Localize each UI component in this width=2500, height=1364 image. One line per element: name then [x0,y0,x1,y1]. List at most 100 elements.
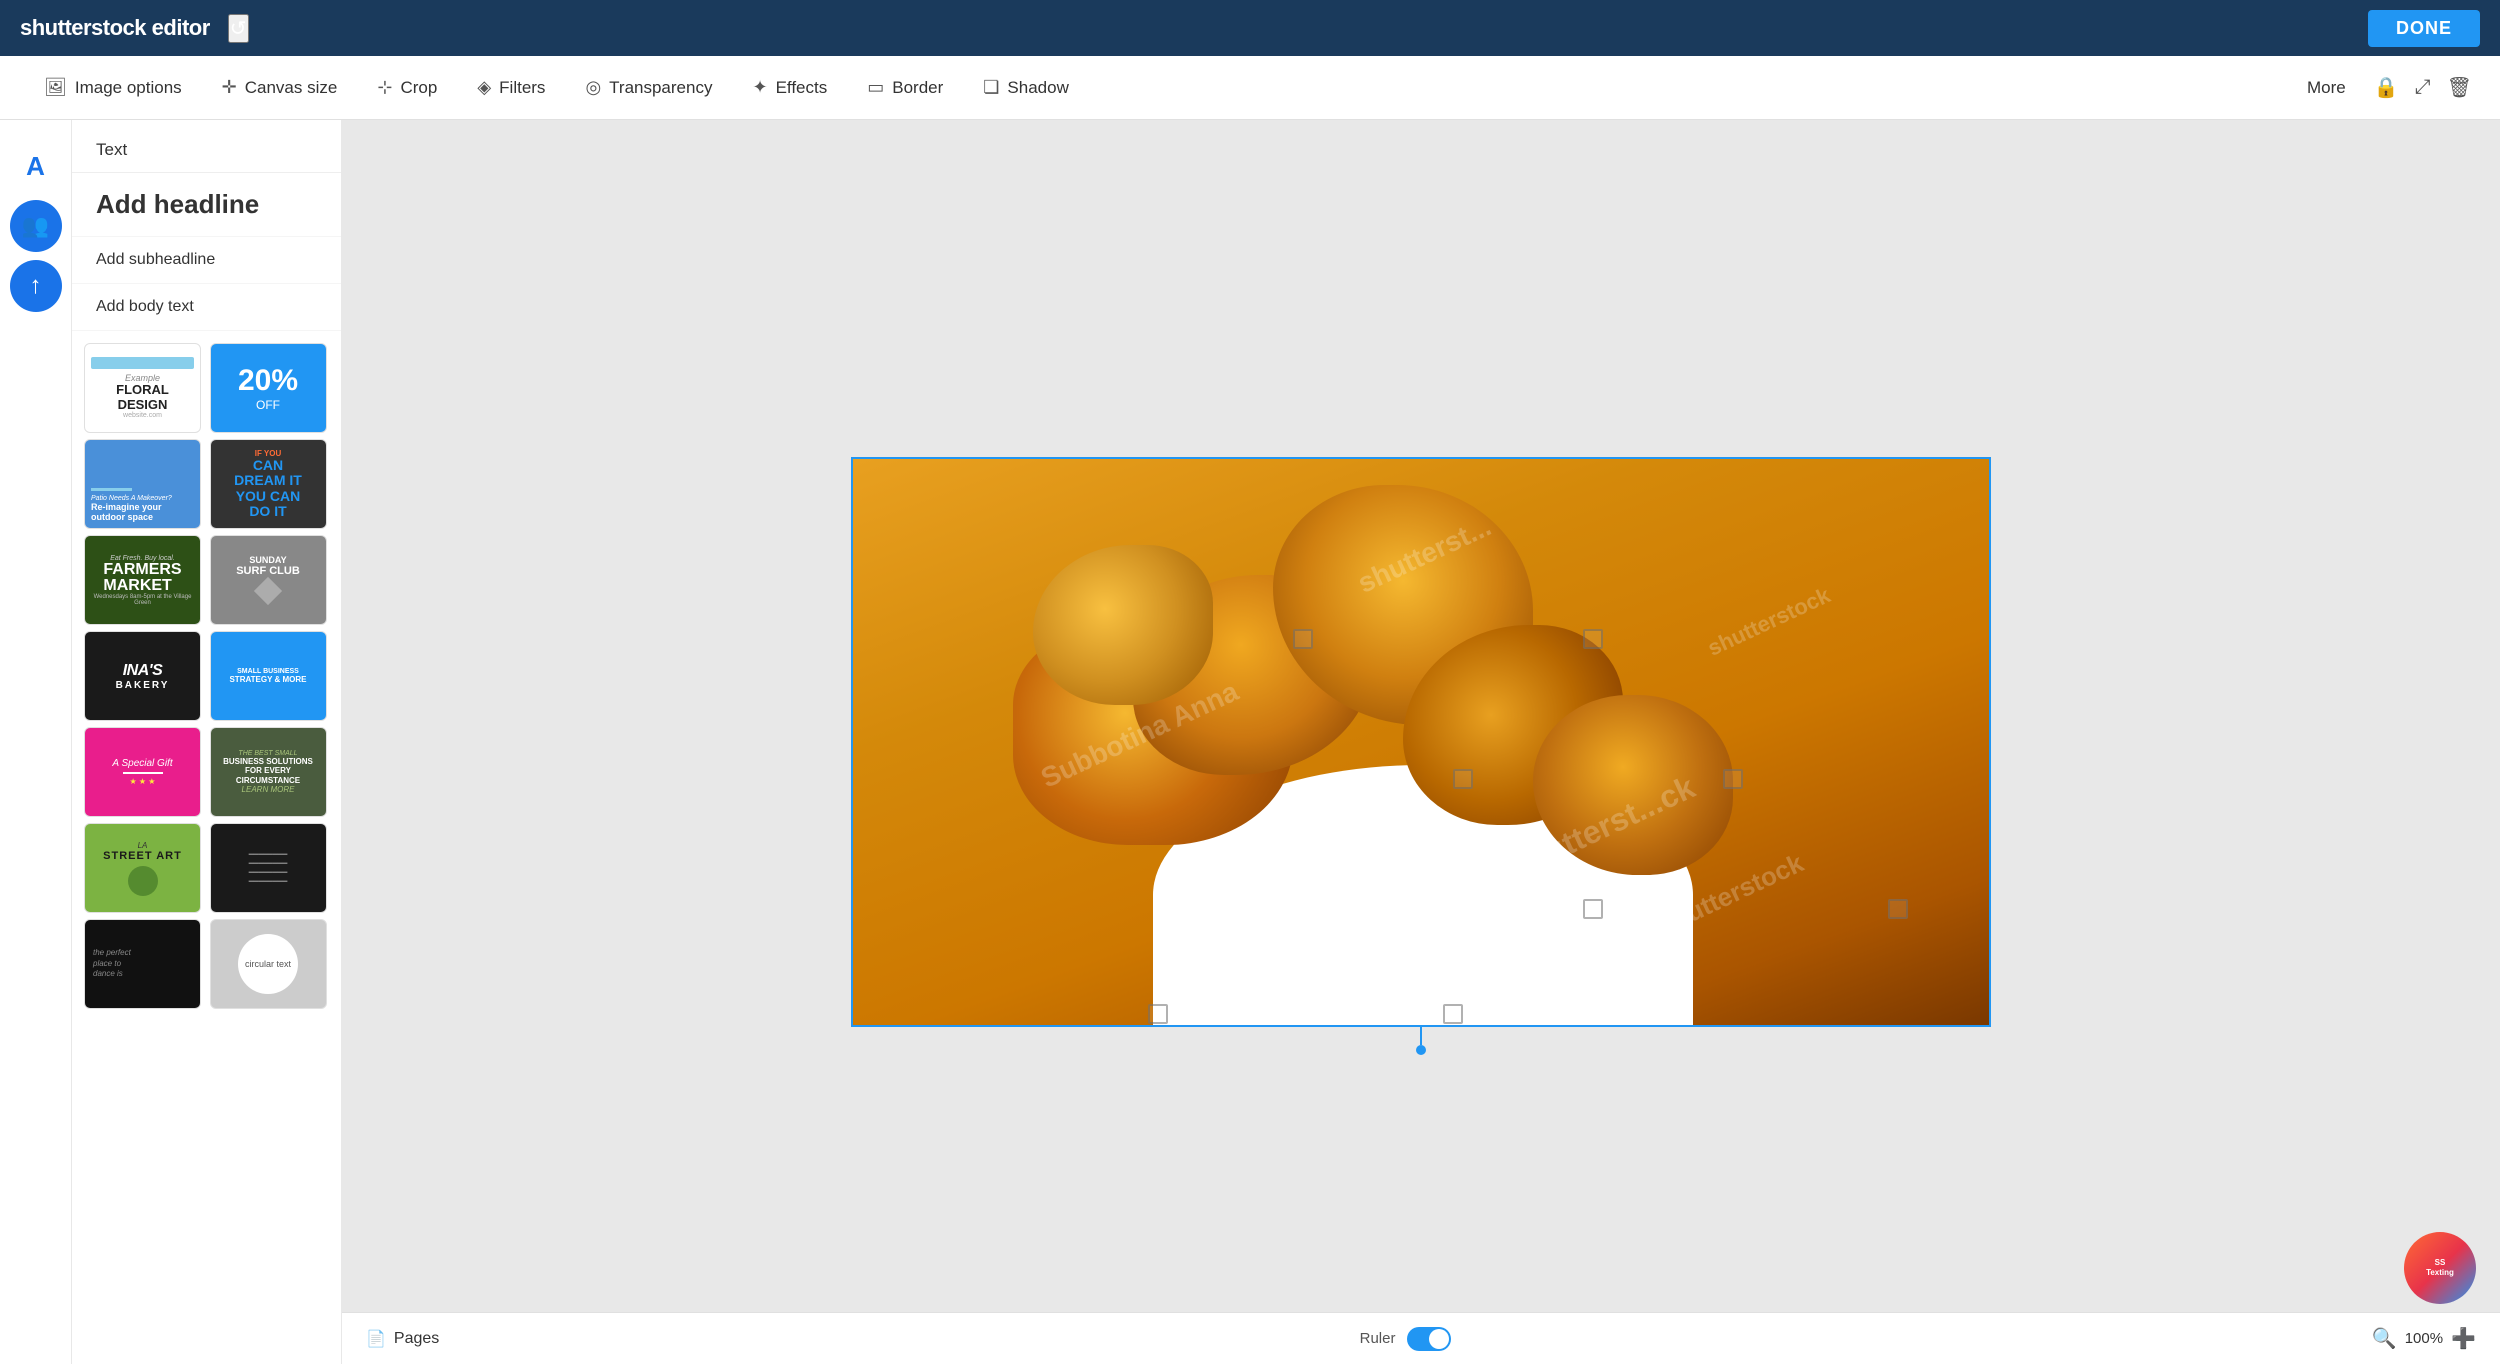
add-headline-button[interactable]: Add headline [72,173,341,237]
zoom-in-button[interactable]: ➕ [2451,1326,2476,1351]
done-button[interactable]: DONE [2368,10,2480,47]
floral-main-text: FLORALDESIGN [116,383,169,412]
patio-text1: Patio Needs A Makeover? [91,495,194,502]
best-text2: BUSINESS SOLUTIONSFOR EVERYCIRCUMSTANCE [223,757,313,786]
shadow-button[interactable]: ❏ Shadow [963,69,1089,106]
template-grid: Example FLORALDESIGN website.com 20% OFF… [72,331,341,1021]
zoom-value: 100% [2405,1330,2443,1347]
scatter-handle-10[interactable] [1443,1004,1463,1024]
inas-text2: BAKERY [116,680,170,691]
streetart-circle [128,866,158,896]
border-button[interactable]: ▭ Border [847,69,963,106]
canvas-size-label: Canvas size [245,78,338,98]
template-floral[interactable]: Example FLORALDESIGN website.com [84,343,201,433]
template-streetart[interactable]: LA STREET ART [84,823,201,913]
template-dance[interactable]: the perfectplace todance is [84,919,201,1009]
trash-icon[interactable]: 🗑 [2443,71,2476,104]
sidebar-people-icon[interactable]: 👥 [10,200,62,252]
image-options-label: Image options [75,78,182,98]
template-20pct[interactable]: 20% OFF [210,343,327,433]
effects-button[interactable]: ✦ Effects [732,69,847,106]
left-sidebar: A 👥 ↑ [0,120,72,1364]
pages-label: Pages [394,1330,439,1348]
gift-text1: A Special Gift [112,758,172,769]
template-farmers[interactable]: Eat Fresh. Buy local. FARMERSMARKET Wedn… [84,535,201,625]
scatter-handle-4[interactable] [1453,769,1473,789]
ruler-section: Ruler [1360,1327,1452,1351]
text-panel-header: Text [72,120,341,173]
crop-button[interactable]: ⊹ Crop [357,69,457,106]
ss-badge: SSTexting [2404,1232,2476,1304]
floral-url: website.com [123,412,162,419]
resize-icon[interactable]: ⤢ [2411,72,2435,103]
bottom-bar: 📄 Pages Ruler 🔍 100% ➕ [342,1312,2500,1364]
toolbar-right: More 🔒 ⤢ 🗑 [2291,70,2476,106]
patio-text2: Re-imagine your outdoor space [91,502,194,522]
crop-icon: ⊹ [377,77,392,98]
sidebar-upload-icon[interactable]: ↑ [10,260,62,312]
canvas-container[interactable]: shutterst... Subbotina Anna shutterst...… [851,457,1991,1027]
gift-divider [123,772,163,774]
template-patio[interactable]: Patio Needs A Makeover? Re-imagine your … [84,439,201,529]
zoom-out-button[interactable]: 🔍 [2372,1326,2397,1351]
template-smallbiz[interactable]: SMALL BUSINESS STRATEGY & MORE [210,631,327,721]
zoom-section: 🔍 100% ➕ [2372,1326,2476,1351]
smallbiz-text1: SMALL BUSINESS [237,668,299,675]
text-panel: Text Add headline Add subheadline Add bo… [72,120,342,1364]
farmers-text3: Wednesdays 8am-5pm at the Village Green [91,594,194,606]
effects-label: Effects [776,78,828,98]
scatter-handle-2[interactable] [1583,629,1603,649]
add-subheadline-button[interactable]: Add subheadline [72,237,341,284]
20pct-off: OFF [256,398,280,412]
template-surf[interactable]: SUNDAY SURF CLUB [210,535,327,625]
scatter-handle-5[interactable] [1723,769,1743,789]
center-indicator [1416,1025,1426,1055]
sidebar-text-icon[interactable]: A [10,140,62,192]
canvas-size-button[interactable]: ✛ Canvas size [202,69,358,106]
more-button[interactable]: More [2291,70,2362,106]
best-text1: THE BEST SMALL [238,750,297,757]
template-dream[interactable]: IF YOU CANDREAM ITYOU CANDO IT [210,439,327,529]
ruler-toggle[interactable] [1407,1327,1451,1351]
scatter-handle-7[interactable] [1583,899,1603,919]
lock-icon[interactable]: 🔒 [2370,71,2403,104]
pages-button[interactable]: 📄 Pages [366,1329,439,1349]
brand-name-red: shutterstock [20,15,146,40]
scatter-handle-9[interactable] [1148,1004,1168,1024]
template-best[interactable]: THE BEST SMALL BUSINESS SOLUTIONSFOR EVE… [210,727,327,817]
canvas-size-icon: ✛ [222,77,237,98]
farmers-text2: FARMERSMARKET [103,562,181,594]
canvas-area: shutterst... Subbotina Anna shutterst...… [342,120,2500,1364]
surf-text1: SUNDAY [249,555,286,565]
ss-badge-text: SSTexting [2426,1258,2454,1277]
filters-button[interactable]: ◈ Filters [457,69,565,106]
20pct-number: 20% [238,364,298,398]
surf-text2: SURF CLUB [236,565,300,577]
best-text3: LEARN MORE [242,785,295,794]
template-circular[interactable]: circular text [210,919,327,1009]
people-icon: 👥 [22,213,49,239]
undo-button[interactable]: ↺ [228,14,249,43]
template-inas[interactable]: INA'S BAKERY [84,631,201,721]
scatter-handle-1[interactable] [1293,629,1313,649]
circular-inner: circular text [238,934,298,994]
surf-diamond [254,577,282,605]
filters-label: Filters [499,78,545,98]
transparency-button[interactable]: ◎ Transparency [565,69,732,106]
center-dot [1416,1045,1426,1055]
shadow-icon: ❏ [983,77,999,98]
patio-line [91,488,132,491]
image-options-button[interactable]: 🖼 Image options [24,69,202,106]
scatter-handle-8[interactable] [1888,899,1908,919]
transparency-icon: ◎ [585,77,601,98]
inas-text1: INA'S [123,662,163,680]
template-darkposter[interactable]: ━━━━━━━━━━━━━━━━━━━━━━━━━━━━━━━━ [210,823,327,913]
brand-logo: shutterstock editor [20,15,210,41]
pages-icon: 📄 [366,1329,386,1349]
gift-text2: ★ ★ ★ [130,777,156,786]
smallbiz-text2: STRATEGY & MORE [229,675,306,684]
template-gift[interactable]: A Special Gift ★ ★ ★ [84,727,201,817]
add-body-text-button[interactable]: Add body text [72,284,341,331]
effects-icon: ✦ [752,77,767,98]
border-icon: ▭ [867,77,884,98]
